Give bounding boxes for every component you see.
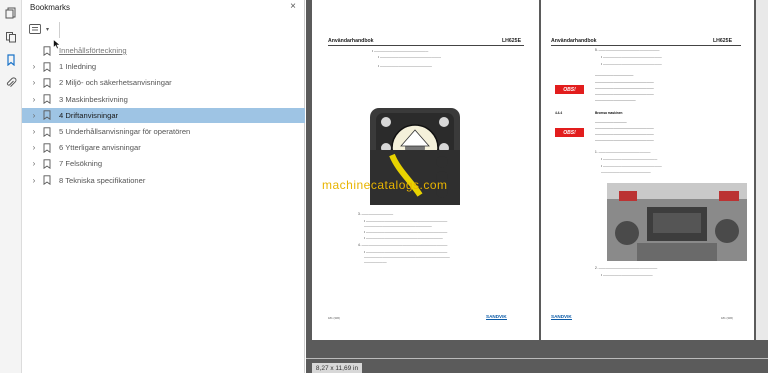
pages-icon[interactable] <box>4 6 18 20</box>
chevron-right-icon[interactable]: › <box>27 176 41 185</box>
header-rule <box>328 45 524 46</box>
bookmark-item[interactable]: Innehållsförteckning <box>22 43 305 58</box>
page-header-title: Användarhandbok <box>551 38 597 44</box>
page-number-left: 181 (336) <box>328 316 340 320</box>
bookmark-label: Innehållsförteckning <box>59 46 127 55</box>
bookmark-leaf-icon <box>43 78 53 88</box>
bookmark-label: 8 Tekniska specifikationer <box>59 175 146 185</box>
bookmark-icon[interactable] <box>4 53 18 67</box>
bookmark-item[interactable]: › 2 Miljö- och säkerhetsanvisningar <box>22 75 305 90</box>
page-header-model: LH625E <box>713 38 733 44</box>
page-number-right: 181 (336) <box>721 316 733 320</box>
chevron-right-icon[interactable]: › <box>27 143 41 152</box>
bookmark-label: 5 Underhållsanvisningar för operatören <box>59 127 191 136</box>
text-line: ────────── <box>364 260 387 264</box>
bookmark-leaf-icon <box>43 62 53 72</box>
vertical-scrollbar[interactable] <box>756 0 768 340</box>
bookmark-label: 7 Felsökning <box>59 159 103 169</box>
text-line: • ────────────────────────── <box>601 62 662 66</box>
chevron-right-icon[interactable]: › <box>27 159 41 168</box>
sandvik-logo: SANDVIK <box>551 314 572 320</box>
text-line: ────────────────────────── <box>595 92 654 96</box>
text-line: • ──────────────────────────────────── <box>364 219 448 223</box>
text-line: 1. ─────────────────────── <box>595 150 651 154</box>
bookmark-options-icon[interactable] <box>29 23 43 35</box>
attachment-icon[interactable] <box>4 76 18 90</box>
chevron-right-icon[interactable]: › <box>27 127 41 136</box>
text-line: • ────────────────────────────────── <box>364 236 443 240</box>
text-line: ────────────────────────────── <box>364 224 432 228</box>
viewer-divider <box>306 358 768 359</box>
text-line: • ────────────────────────── <box>601 164 662 168</box>
obs-warning-badge: OBS! <box>555 85 584 94</box>
text-line: • ─────────────────────── <box>378 64 432 68</box>
text-line: ────────────────────────── <box>595 138 654 142</box>
text-line: ────────────────────────── <box>595 126 654 130</box>
bookmark-leaf-icon <box>43 159 53 169</box>
text-line: ────────────────────────────────────── <box>364 255 450 259</box>
text-line: • ────────────────────────── <box>601 55 662 59</box>
bookmark-item[interactable]: › 7 Felsökning <box>22 156 305 171</box>
bookmark-leaf-icon <box>43 175 53 186</box>
chevron-right-icon[interactable]: › <box>27 95 41 104</box>
text-line: ────────────────────────── <box>595 132 654 136</box>
text-line: 4. ─────────────────────────────────────… <box>358 243 448 247</box>
text-line: ────────────── <box>595 120 627 124</box>
text-line: • ─────────────────────────── <box>378 55 441 59</box>
page-header-title: Användarhandbok <box>328 38 374 44</box>
bookmark-leaf-icon <box>43 94 53 105</box>
bookmark-label: 2 Miljö- och säkerhetsanvisningar <box>59 78 172 88</box>
bookmark-leaf-icon <box>43 143 53 153</box>
page-header-model: LH625E <box>502 38 522 44</box>
text-line: 2. ────────────────────────── <box>595 266 658 270</box>
bookmark-leaf-icon <box>43 110 53 121</box>
text-line: • ────────────────────── <box>601 273 653 277</box>
text-line: ────────────────────── <box>601 170 651 174</box>
chevron-down-icon[interactable]: ▾ <box>46 26 49 33</box>
bookmark-label: 4 Driftanvisningar <box>59 110 119 120</box>
text-line: 3. ────────────── <box>358 212 394 216</box>
copy-icon[interactable] <box>4 30 18 44</box>
text-line: • ──────────────────────────────────── <box>364 250 448 254</box>
pdf-page-right: Användarhandbok LH625E 5. ──────────────… <box>541 0 754 340</box>
text-line: ───────────────── <box>595 73 634 77</box>
watermark-text: machinecatalogs.com <box>322 178 448 192</box>
bookmark-item[interactable]: › 8 Tekniska specifikationer <box>22 173 305 188</box>
header-rule <box>551 45 741 46</box>
app-window: Bookmarks × ▾ Innehållsförteckning › 1 Inl… <box>0 0 768 373</box>
bookmarks-toolbar: ▾ <box>29 22 69 38</box>
section-title: Bromsa maskinen <box>595 111 623 115</box>
chevron-right-icon[interactable]: › <box>27 62 41 71</box>
text-line: • ──────────────────────── <box>601 157 658 161</box>
text-line: 5. ─────────────────────────── <box>595 48 660 52</box>
text-line: • ──────────────────────────────────── <box>364 230 448 234</box>
bookmarks-panel: Bookmarks × ▾ Innehållsförteckning › 1 Inl… <box>22 0 305 373</box>
side-icon-rail <box>0 0 22 373</box>
chevron-right-icon[interactable]: › <box>27 111 41 120</box>
obs-warning-badge: OBS! <box>555 128 584 137</box>
bookmark-label: 1 Inledning <box>59 62 97 72</box>
text-line: • ──────────────────────── <box>372 49 429 53</box>
bookmark-item[interactable]: › 6 Ytterligare anvisningar <box>22 140 305 155</box>
pdf-page-left: Användarhandbok LH625E • ───────────────… <box>312 0 539 340</box>
chevron-right-icon[interactable]: › <box>27 78 41 87</box>
bookmark-label: 6 Ytterligare anvisningar <box>59 143 141 153</box>
section-number: 4.4.4 <box>555 111 563 115</box>
text-line: ────────────────────────── <box>595 86 654 90</box>
bookmark-item[interactable]: › 1 Inledning <box>22 59 305 74</box>
bookmark-item[interactable]: › 5 Underhållsanvisningar för operatören <box>22 124 305 139</box>
panel-title: Bookmarks <box>30 3 71 12</box>
bookmark-item[interactable]: › 3 Maskinbeskrivning <box>22 92 305 107</box>
text-line: ────────────────────────── <box>595 80 654 84</box>
close-panel-button[interactable]: × <box>290 1 296 12</box>
bookmark-item[interactable]: › 4 Driftanvisningar <box>22 107 305 123</box>
bookmark-leaf-icon <box>43 126 53 137</box>
bookmark-label: 3 Maskinbeskrivning <box>59 94 128 104</box>
bookmark-leaf-icon <box>43 45 53 56</box>
text-line: ────────────────── <box>595 98 636 102</box>
cab-pedals-photo <box>607 183 747 261</box>
page-size-label: 8,27 x 11,69 in <box>312 363 362 373</box>
toolbar-divider <box>59 22 60 38</box>
sandvik-logo: SANDVIK <box>486 314 507 320</box>
